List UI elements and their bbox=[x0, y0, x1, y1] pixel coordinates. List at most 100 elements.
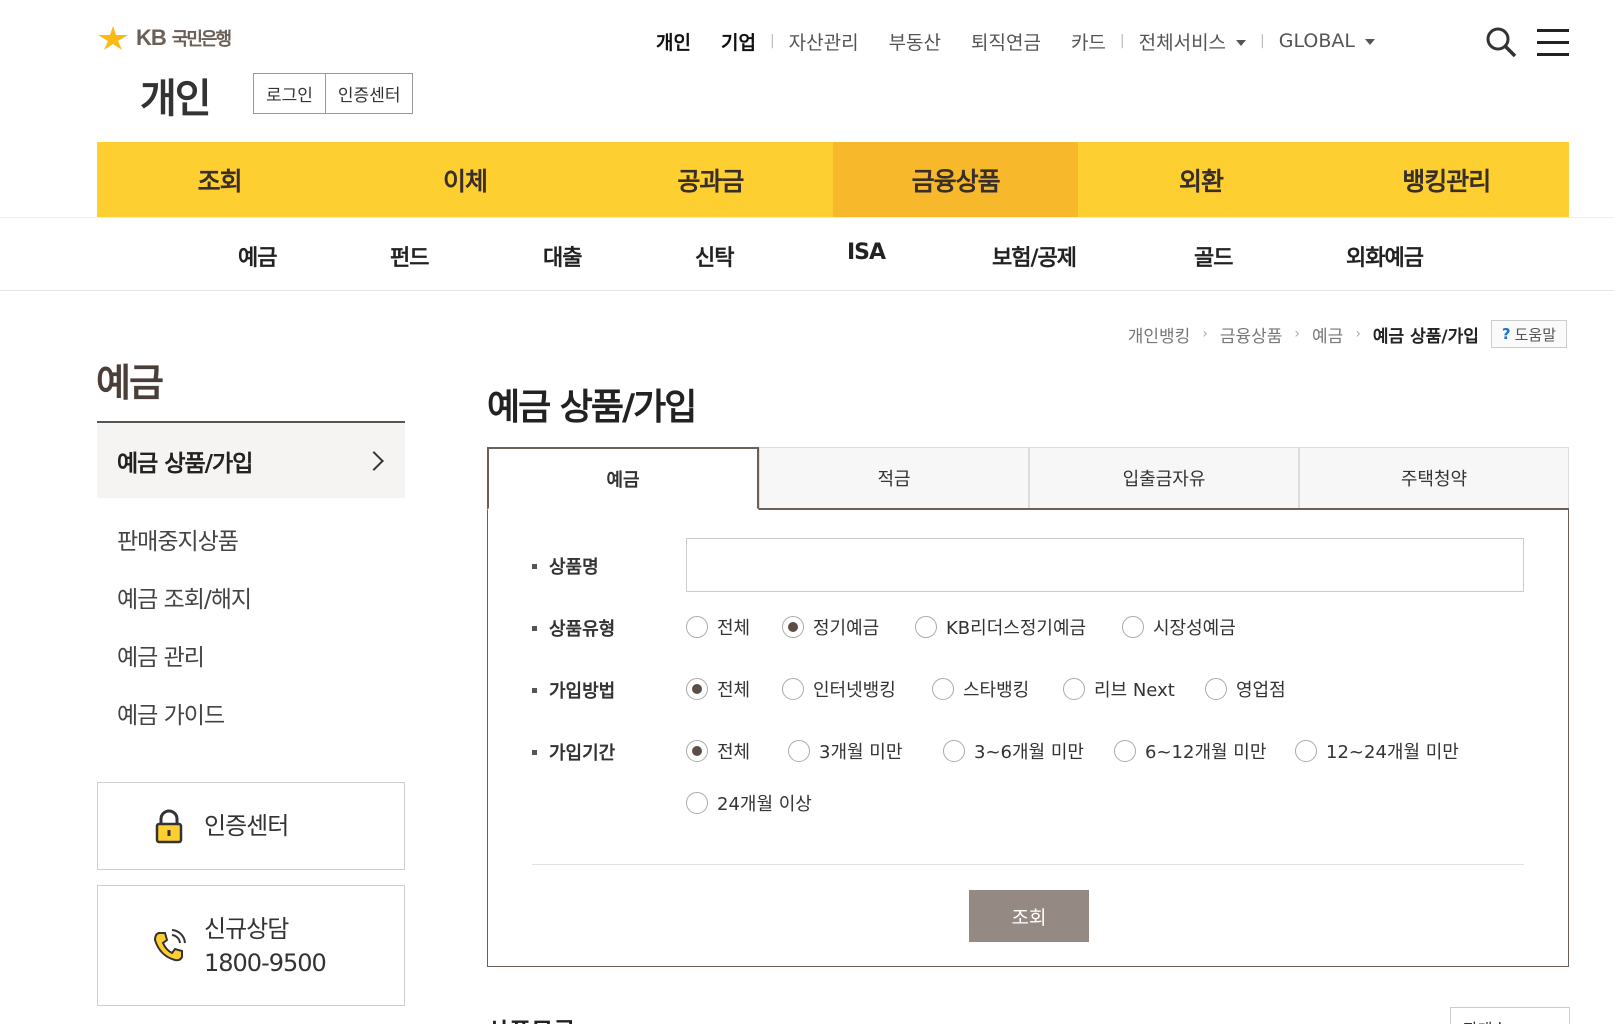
gnb-financial-products[interactable]: 금융상품 bbox=[832, 142, 1079, 217]
chevron-right-icon bbox=[364, 450, 384, 471]
radio-type-fixed[interactable]: 정기예금 bbox=[782, 614, 879, 640]
radio-type-market[interactable]: 시장성예금 bbox=[1122, 614, 1236, 640]
product-name-input[interactable] bbox=[686, 538, 1524, 592]
radio-circle bbox=[782, 678, 804, 700]
radio-period-under-3m[interactable]: 3개월 미만 bbox=[788, 738, 902, 764]
radio-label: KB리더스정기예금 bbox=[946, 618, 1087, 639]
cert-center-box[interactable]: 인증센터 bbox=[97, 782, 405, 870]
cert-center-button[interactable]: 인증센터 bbox=[324, 74, 413, 113]
form-divider bbox=[532, 864, 1524, 865]
radio-label: 6~12개월 미만 bbox=[1145, 742, 1267, 763]
tab-housing-subscription[interactable]: 주택청약 bbox=[1299, 447, 1569, 508]
caret-down-icon bbox=[1236, 40, 1247, 46]
radio-period-3-6m[interactable]: 3~6개월 미만 bbox=[943, 738, 1084, 764]
login-button[interactable]: 로그인 bbox=[254, 74, 325, 113]
radio-label: 인터넷뱅킹 bbox=[813, 680, 896, 701]
radio-method-internet[interactable]: 인터넷뱅킹 bbox=[782, 676, 896, 702]
result-title: 상품목록 bbox=[487, 1012, 575, 1024]
radio-type-all[interactable]: 전체 bbox=[686, 614, 750, 640]
top-menu-divider: | bbox=[769, 33, 775, 49]
lnb-item-guide[interactable]: 예금 가이드 bbox=[117, 696, 251, 754]
radio-circle-selected bbox=[686, 678, 708, 700]
gnb-foreign-exchange[interactable]: 외환 bbox=[1078, 142, 1323, 217]
radio-circle bbox=[788, 740, 810, 762]
question-icon: ? bbox=[1501, 325, 1511, 343]
radio-method-all[interactable]: 전체 bbox=[686, 676, 750, 702]
lnb-active-label: 예금 상품/가입 bbox=[117, 450, 253, 477]
top-menu-all-services[interactable]: 전체서비스 bbox=[1138, 28, 1247, 55]
help-label: 도움말 bbox=[1514, 325, 1556, 344]
lnb-item-discontinued[interactable]: 판매중지상품 bbox=[117, 522, 251, 580]
breadcrumb-item[interactable]: 개인뱅킹 bbox=[1128, 322, 1191, 347]
radio-circle-selected bbox=[686, 740, 708, 762]
search-button[interactable]: 조회 bbox=[969, 890, 1089, 942]
top-menu-global[interactable]: GLOBAL bbox=[1279, 30, 1375, 52]
radio-period-6-12m[interactable]: 6~12개월 미만 bbox=[1114, 738, 1266, 764]
radio-method-branch[interactable]: 영업점 bbox=[1205, 676, 1286, 702]
sub-navigation: 예금 펀드 대출 신탁 ISA 보험/공제 골드 외화예금 bbox=[0, 217, 1614, 291]
search-icon[interactable] bbox=[1484, 25, 1518, 59]
hamburger-menu-icon[interactable] bbox=[1537, 29, 1569, 57]
chevron-right-icon: › bbox=[1202, 326, 1208, 342]
kb-logo[interactable]: KB 국민은행 bbox=[96, 24, 232, 52]
sub-nav-foreign-deposit[interactable]: 외화예금 bbox=[1346, 240, 1424, 272]
lnb-item-management[interactable]: 예금 관리 bbox=[117, 638, 251, 696]
radio-period-over-24m[interactable]: 24개월 이상 bbox=[686, 790, 812, 816]
chevron-right-icon: › bbox=[1355, 326, 1361, 342]
sub-nav-isa[interactable]: ISA bbox=[847, 240, 886, 265]
sub-nav-trust[interactable]: 신탁 bbox=[695, 240, 734, 272]
help-button[interactable]: ? 도움말 bbox=[1490, 320, 1567, 348]
radio-period-all[interactable]: 전체 bbox=[686, 738, 750, 764]
product-tabs: 예금 적금 입출금자유 주택청약 bbox=[487, 447, 1569, 510]
gnb-transfer[interactable]: 이체 bbox=[342, 142, 587, 217]
top-menu-personal[interactable]: 개인 bbox=[656, 28, 691, 55]
breadcrumb-item[interactable]: 금융상품 bbox=[1220, 322, 1283, 347]
caret-down-icon bbox=[1364, 38, 1375, 45]
tab-savings[interactable]: 적금 bbox=[759, 447, 1029, 508]
lock-icon bbox=[155, 809, 183, 844]
sub-nav-gold[interactable]: 골드 bbox=[1194, 240, 1233, 272]
search-form: 상품명 상품유형 전체 정기예금 KB리더스정기예금 시장성예금 가입방법 전체… bbox=[487, 510, 1569, 967]
gnb-utility-bills[interactable]: 공과금 bbox=[588, 142, 833, 217]
lnb-item-active[interactable]: 예금 상품/가입 bbox=[97, 421, 405, 498]
radio-circle bbox=[943, 740, 965, 762]
phone-icon bbox=[153, 928, 186, 961]
radio-circle bbox=[932, 678, 954, 700]
top-menu-realestate[interactable]: 부동산 bbox=[889, 28, 941, 55]
consult-box[interactable]: 신규상담 1800-9500 bbox=[97, 885, 405, 1006]
sub-nav-loan[interactable]: 대출 bbox=[543, 240, 582, 272]
radio-label: 3개월 미만 bbox=[819, 742, 903, 763]
radio-circle bbox=[686, 616, 708, 638]
breadcrumb-item[interactable]: 예금 bbox=[1312, 322, 1343, 347]
tab-demand-deposit[interactable]: 입출금자유 bbox=[1029, 447, 1299, 508]
sub-nav-deposit[interactable]: 예금 bbox=[238, 240, 277, 272]
gnb-inquiry[interactable]: 조회 bbox=[97, 142, 342, 217]
radio-circle bbox=[1114, 740, 1136, 762]
tab-deposit[interactable]: 예금 bbox=[487, 447, 759, 510]
top-menu-card[interactable]: 카드 bbox=[1071, 28, 1106, 55]
breadcrumb: 개인뱅킹 › 금융상품 › 예금 › 예금 상품/가입 ? 도움말 bbox=[1128, 320, 1567, 348]
logo-bank-text: 국민은행 bbox=[171, 29, 232, 50]
radio-label: 전체 bbox=[717, 680, 751, 701]
product-name-label: 상품명 bbox=[532, 553, 599, 579]
radio-period-12-24m[interactable]: 12~24개월 미만 bbox=[1295, 738, 1459, 764]
radio-method-liiv-next[interactable]: 리브 Next bbox=[1063, 676, 1175, 702]
quick-buttons: 로그인 인증센터 bbox=[253, 73, 414, 114]
radio-circle-selected bbox=[782, 616, 804, 638]
top-menu-pension[interactable]: 퇴직연금 bbox=[971, 28, 1041, 55]
join-period-label: 가입기간 bbox=[532, 739, 615, 765]
main-navigation: 조회 이체 공과금 금융상품 외환 뱅킹관리 bbox=[97, 142, 1569, 217]
sub-nav-insurance[interactable]: 보험/공제 bbox=[992, 240, 1077, 272]
radio-label: 정기예금 bbox=[813, 618, 880, 639]
top-menu-asset[interactable]: 자산관리 bbox=[789, 28, 859, 55]
lnb-item-inquiry-cancel[interactable]: 예금 조회/해지 bbox=[117, 580, 252, 638]
radio-method-starbanking[interactable]: 스타뱅킹 bbox=[932, 676, 1029, 702]
gnb-banking-management[interactable]: 뱅킹관리 bbox=[1324, 142, 1569, 217]
all-services-label: 전체서비스 bbox=[1138, 31, 1227, 54]
sub-nav-fund[interactable]: 펀드 bbox=[390, 240, 429, 272]
sort-select[interactable]: 판매순 bbox=[1450, 1007, 1570, 1024]
radio-type-leaders[interactable]: KB리더스정기예금 bbox=[915, 614, 1086, 640]
radio-label: 전체 bbox=[717, 742, 751, 763]
global-label: GLOBAL bbox=[1278, 30, 1355, 52]
top-menu-corporate[interactable]: 기업 bbox=[721, 28, 756, 55]
